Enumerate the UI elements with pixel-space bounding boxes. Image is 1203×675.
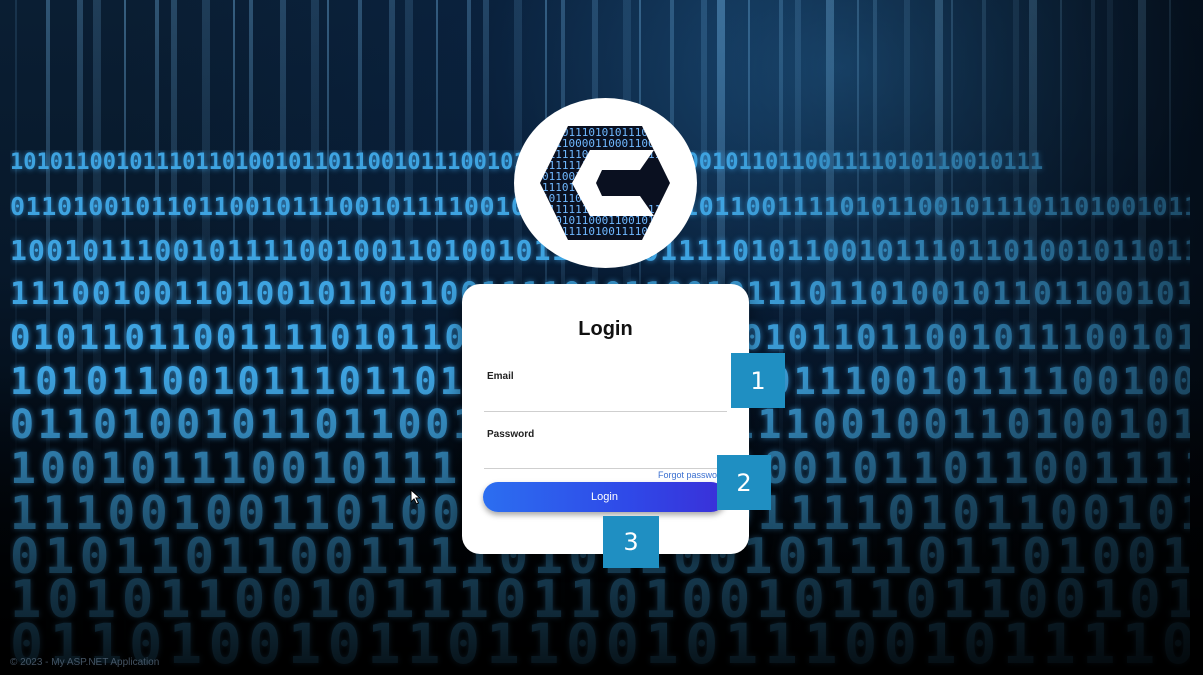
binary-hexagon-c-logo-icon: 1010111010101110001100001100011000011011… — [540, 126, 670, 240]
app-logo: 1010111010101110 0011000011000110000110 11… — [514, 98, 697, 268]
email-label: Email — [487, 371, 514, 382]
logo-binary-row: 1001111010011110 — [542, 225, 648, 238]
login-title: Login — [578, 318, 633, 340]
login-card: Login Email Password Forgot password? Lo… — [462, 284, 749, 554]
footer-copyright: © 2023 - My ASP.NET Application — [10, 657, 160, 668]
mouse-cursor-icon — [410, 489, 422, 505]
callout-badge-2: 2 — [717, 455, 771, 510]
callout-badge-1: 1 — [731, 353, 785, 408]
email-field[interactable] — [484, 391, 727, 412]
password-field[interactable] — [484, 448, 727, 469]
callout-badge-3: 3 — [603, 516, 659, 568]
login-button[interactable]: Login — [483, 482, 726, 512]
password-label: Password — [487, 429, 535, 440]
